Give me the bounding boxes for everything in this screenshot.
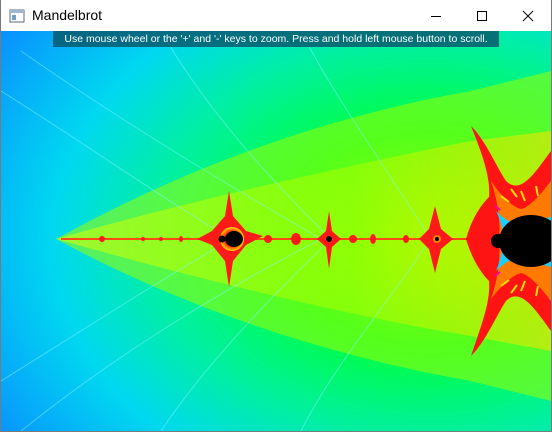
close-icon bbox=[522, 10, 534, 21]
window-app-icon bbox=[9, 9, 25, 23]
window-title: Mandelbrot bbox=[32, 7, 103, 23]
fractal-canvas[interactable]: Use mouse wheel or the '+' and '-' keys … bbox=[1, 31, 551, 431]
mandelbrot-image bbox=[1, 31, 551, 431]
close-button[interactable] bbox=[505, 0, 551, 31]
minimize-button[interactable] bbox=[413, 0, 459, 31]
maximize-button[interactable] bbox=[459, 0, 505, 31]
title-bar[interactable]: Mandelbrot bbox=[1, 0, 551, 31]
app-window: Mandelbrot Use mouse wheel or the '+' an… bbox=[0, 0, 552, 432]
maximize-icon bbox=[477, 10, 487, 21]
minimize-icon bbox=[431, 15, 441, 17]
usage-hint: Use mouse wheel or the '+' and '-' keys … bbox=[53, 31, 499, 47]
